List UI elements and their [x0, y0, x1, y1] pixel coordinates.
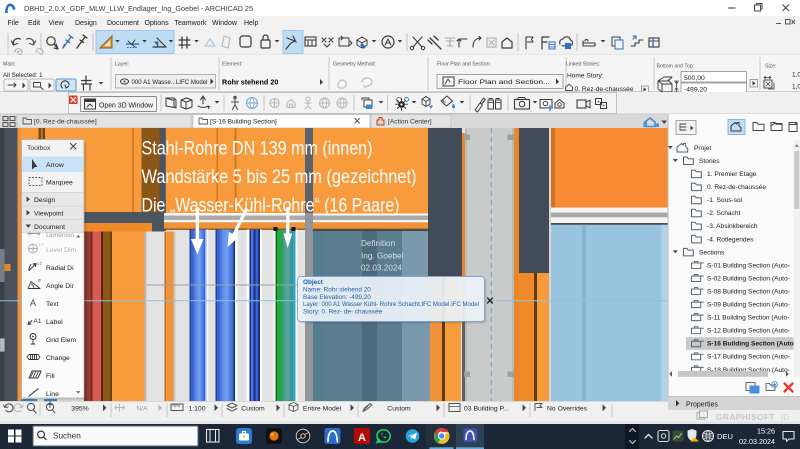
- svg-text:S-12 Building Section (Auto-: S-12 Building Section (Auto-: [707, 328, 790, 335]
- svg-text:Custom: Custom: [241, 406, 265, 413]
- svg-text:Layer: 000 A1 Wasser Kühl- Roh: Layer: 000 A1 Wasser Kühl- Rohre Schacht…: [303, 301, 479, 308]
- svg-text:500,00: 500,00: [684, 75, 705, 82]
- svg-text:Dimensio: Dimensio: [46, 232, 75, 239]
- svg-text:[0. Rez-de-chaussée]: [0. Rez-de-chaussée]: [34, 119, 97, 126]
- svg-text:Document: Document: [34, 224, 65, 231]
- svg-text:Die „Wasser-Kühl-Rohre“ (16 Pa: Die „Wasser-Kühl-Rohre“ (16 Paare): [142, 195, 400, 216]
- svg-text:Arrow: Arrow: [46, 162, 64, 169]
- svg-text:Size:: Size:: [765, 64, 777, 70]
- svg-text:DEU: DEU: [717, 432, 733, 441]
- svg-text:-3. Absinkbereich: -3. Absinkbereich: [707, 223, 758, 230]
- svg-text:Custom: Custom: [387, 406, 411, 413]
- svg-text:Ing. Goebel: Ing. Goebel: [361, 252, 404, 261]
- svg-text:A1: A1: [34, 318, 42, 325]
- svg-text:Design: Design: [34, 197, 55, 204]
- svg-text:Element:: Element:: [222, 62, 242, 68]
- svg-text:Line: Line: [46, 391, 59, 398]
- svg-text:Linked Stories:: Linked Stories:: [566, 62, 600, 68]
- svg-text:S-09 Building Section (Auto-: S-09 Building Section (Auto-: [707, 302, 790, 309]
- svg-text:S-01 Building Section (Auto-: S-01 Building Section (Auto-: [707, 262, 790, 269]
- svg-text:Change: Change: [46, 355, 70, 362]
- svg-text:-2. Schacht: -2. Schacht: [707, 210, 741, 217]
- svg-text:Properties: Properties: [686, 401, 718, 408]
- svg-text:Level Dim: Level Dim: [46, 247, 77, 254]
- svg-text:All Selected: 1: All Selected: 1: [3, 72, 43, 79]
- svg-text:Bottom and Top:: Bottom and Top:: [657, 64, 695, 70]
- svg-text:Layer:: Layer:: [115, 62, 129, 68]
- svg-text:α: α: [38, 278, 41, 283]
- svg-text:Radial Di: Radial Di: [46, 265, 74, 272]
- svg-text:1. Premier Etage: 1. Premier Etage: [707, 171, 757, 178]
- svg-text:S-17 Building Section (Auto-: S-17 Building Section (Auto-: [707, 354, 790, 361]
- svg-text:Suchen: Suchen: [53, 432, 81, 441]
- svg-text:Edit: Edit: [28, 20, 40, 27]
- svg-text:Geometry Method:: Geometry Method:: [333, 62, 376, 68]
- svg-text:Label: Label: [46, 319, 63, 326]
- svg-text:Home Story:: Home Story:: [567, 73, 604, 80]
- svg-text:Main:: Main:: [3, 62, 16, 68]
- svg-text:S-08 Building Section (Auto-: S-08 Building Section (Auto-: [707, 288, 790, 295]
- svg-text:Fill: Fill: [46, 373, 55, 380]
- svg-text:02.03.2024: 02.03.2024: [361, 264, 402, 273]
- svg-text:Story: 0. Rez- de- chaussée: Story: 0. Rez- de- chaussée: [303, 308, 383, 315]
- svg-text:Angle Dir: Angle Dir: [46, 283, 75, 290]
- svg-text:Marquee: Marquee: [46, 180, 73, 187]
- svg-text:Design: Design: [75, 20, 97, 27]
- svg-text:Definition: Definition: [361, 239, 396, 248]
- svg-text:A: A: [358, 432, 366, 444]
- svg-text:000 A1 Wasse...LIFC Model: 000 A1 Wasse...LIFC Model: [132, 79, 208, 86]
- svg-text:Wandstärke 5 bis 25 mm (gezeic: Wandstärke 5 bis 25 mm (gezeichnet): [142, 167, 417, 188]
- svg-text:Grid Elem: Grid Elem: [46, 337, 77, 344]
- svg-text:File: File: [8, 20, 19, 27]
- svg-text:0. Rez-de-chaussée: 0. Rez-de-chaussée: [707, 184, 766, 191]
- svg-text:DBHD_2.0.X_GDF_MLW_LLW_Endlage: DBHD_2.0.X_GDF_MLW_LLW_Endlager_Ing_Goeb…: [24, 4, 253, 13]
- svg-text:02.03.2024: 02.03.2024: [739, 437, 775, 446]
- svg-text:View: View: [49, 20, 65, 27]
- svg-text:-4. Rotlegendes: -4. Rotlegendes: [707, 236, 754, 243]
- svg-text:[S-16 Building Section]: [S-16 Building Section]: [210, 119, 277, 126]
- svg-text:Options: Options: [145, 20, 170, 27]
- svg-text:Help: Help: [244, 20, 259, 27]
- svg-text:Object: Object: [303, 279, 324, 286]
- svg-text:1,0: 1,0: [792, 84, 800, 91]
- svg-text:Open 3D Window: Open 3D Window: [99, 103, 154, 110]
- svg-text:S-16 Building Section (Auto: S-16 Building Section (Auto: [707, 341, 794, 348]
- svg-text:Toolbox: Toolbox: [27, 145, 51, 152]
- svg-text:1.0: 1.0: [39, 243, 44, 247]
- svg-text:0. Rez-de-chaussée: 0. Rez-de-chaussée: [575, 86, 634, 93]
- svg-text:03 Building P...: 03 Building P...: [464, 406, 509, 413]
- svg-text:1.2: 1.2: [37, 262, 42, 266]
- svg-text:ID: ID: [781, 412, 789, 422]
- svg-text:Sections: Sections: [699, 249, 725, 256]
- svg-text:Document: Document: [107, 20, 139, 27]
- svg-text:S-02 Building Section (Auto-: S-02 Building Section (Auto-: [707, 275, 790, 282]
- svg-text:S-11 Building Section (Auto-: S-11 Building Section (Auto-: [707, 315, 789, 322]
- svg-text:Text: Text: [46, 301, 59, 308]
- svg-text:Stahl-Rohre DN 139 mm (innen): Stahl-Rohre DN 139 mm (innen): [142, 139, 373, 160]
- svg-text:-1. Sous-sol: -1. Sous-sol: [707, 197, 743, 204]
- svg-text:[Action Center]: [Action Center]: [388, 119, 432, 126]
- svg-text:GRAPHISOFT: GRAPHISOFT: [716, 412, 775, 422]
- svg-text:N/A: N/A: [136, 406, 148, 413]
- svg-text:Viewpoint: Viewpoint: [34, 210, 63, 217]
- svg-text:Floor Plan and Section:: Floor Plan and Section:: [437, 62, 491, 68]
- svg-text:Stories: Stories: [699, 158, 720, 165]
- svg-text:395%: 395%: [71, 406, 88, 413]
- svg-text:No Overrides: No Overrides: [547, 406, 588, 413]
- svg-text:1,0: 1,0: [792, 72, 800, 79]
- svg-text:1:100: 1:100: [188, 406, 205, 413]
- svg-text:Rohr stehend 20: Rohr stehend 20: [222, 78, 278, 87]
- svg-text:Entire Model: Entire Model: [303, 406, 342, 413]
- svg-text:15:26: 15:26: [757, 427, 775, 436]
- svg-text:Window: Window: [212, 20, 238, 27]
- svg-text:Teamwork: Teamwork: [175, 20, 207, 27]
- svg-text:Floor Plan and Section...: Floor Plan and Section...: [458, 79, 550, 86]
- svg-text:Base Elevation: -499,20: Base Elevation: -499,20: [303, 294, 371, 301]
- svg-text:Name: Rohr stehend 20: Name: Rohr stehend 20: [303, 287, 371, 294]
- svg-text:A: A: [30, 298, 36, 308]
- svg-text:Projet: Projet: [694, 145, 711, 152]
